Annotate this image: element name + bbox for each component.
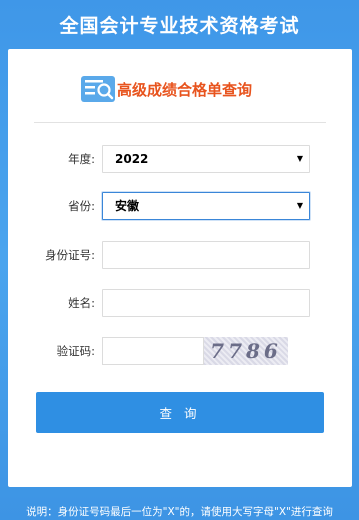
captcha-label: 验证码: [56,344,95,358]
page-header: 全国会计专业技术资格考试 [0,0,359,48]
captcha-text: 7786 [210,339,282,363]
page-title: 全国会计专业技术资格考试 [59,14,300,37]
name-input[interactable] [102,289,310,317]
captcha-image[interactable]: 7786 [204,337,288,365]
province-value: 安徽 [115,199,140,213]
divider [34,122,326,123]
dropdown-arrow-icon: ▼ [296,154,303,163]
card-title-text: 高级成绩合格单查询 [117,80,253,99]
year-select[interactable]: 2022 ▼ [102,145,310,173]
search-document-icon [81,75,115,103]
help-note: 说明：身份证号码最后一位为"X"的，请使用大写字母"X"进行查询 [26,506,333,518]
id-number-input[interactable] [102,241,310,269]
province-select[interactable]: 安徽 ▼ [102,192,310,220]
name-label: 姓名: [68,296,95,310]
year-label: 年度: [68,152,95,166]
id-number-row: 身份证号: [8,241,352,269]
year-row: 年度: 2022 ▼ [8,145,352,173]
name-row: 姓名: [8,289,352,317]
id-number-label: 身份证号: [45,248,95,262]
captcha-row: 验证码: 7786 [8,337,352,365]
captcha-input[interactable] [102,337,204,365]
dropdown-arrow-icon: ▼ [296,201,303,210]
province-row: 省份: 安徽 ▼ [8,192,352,220]
province-label: 省份: [68,199,95,213]
query-button[interactable]: 查 询 [36,392,324,433]
card-title: 高级成绩合格单查询 [81,73,291,105]
query-card: 高级成绩合格单查询 年度: 2022 ▼ 省份: 安徽 ▼ 身份证号: 姓名: … [8,49,352,487]
year-value: 2022 [115,152,149,166]
